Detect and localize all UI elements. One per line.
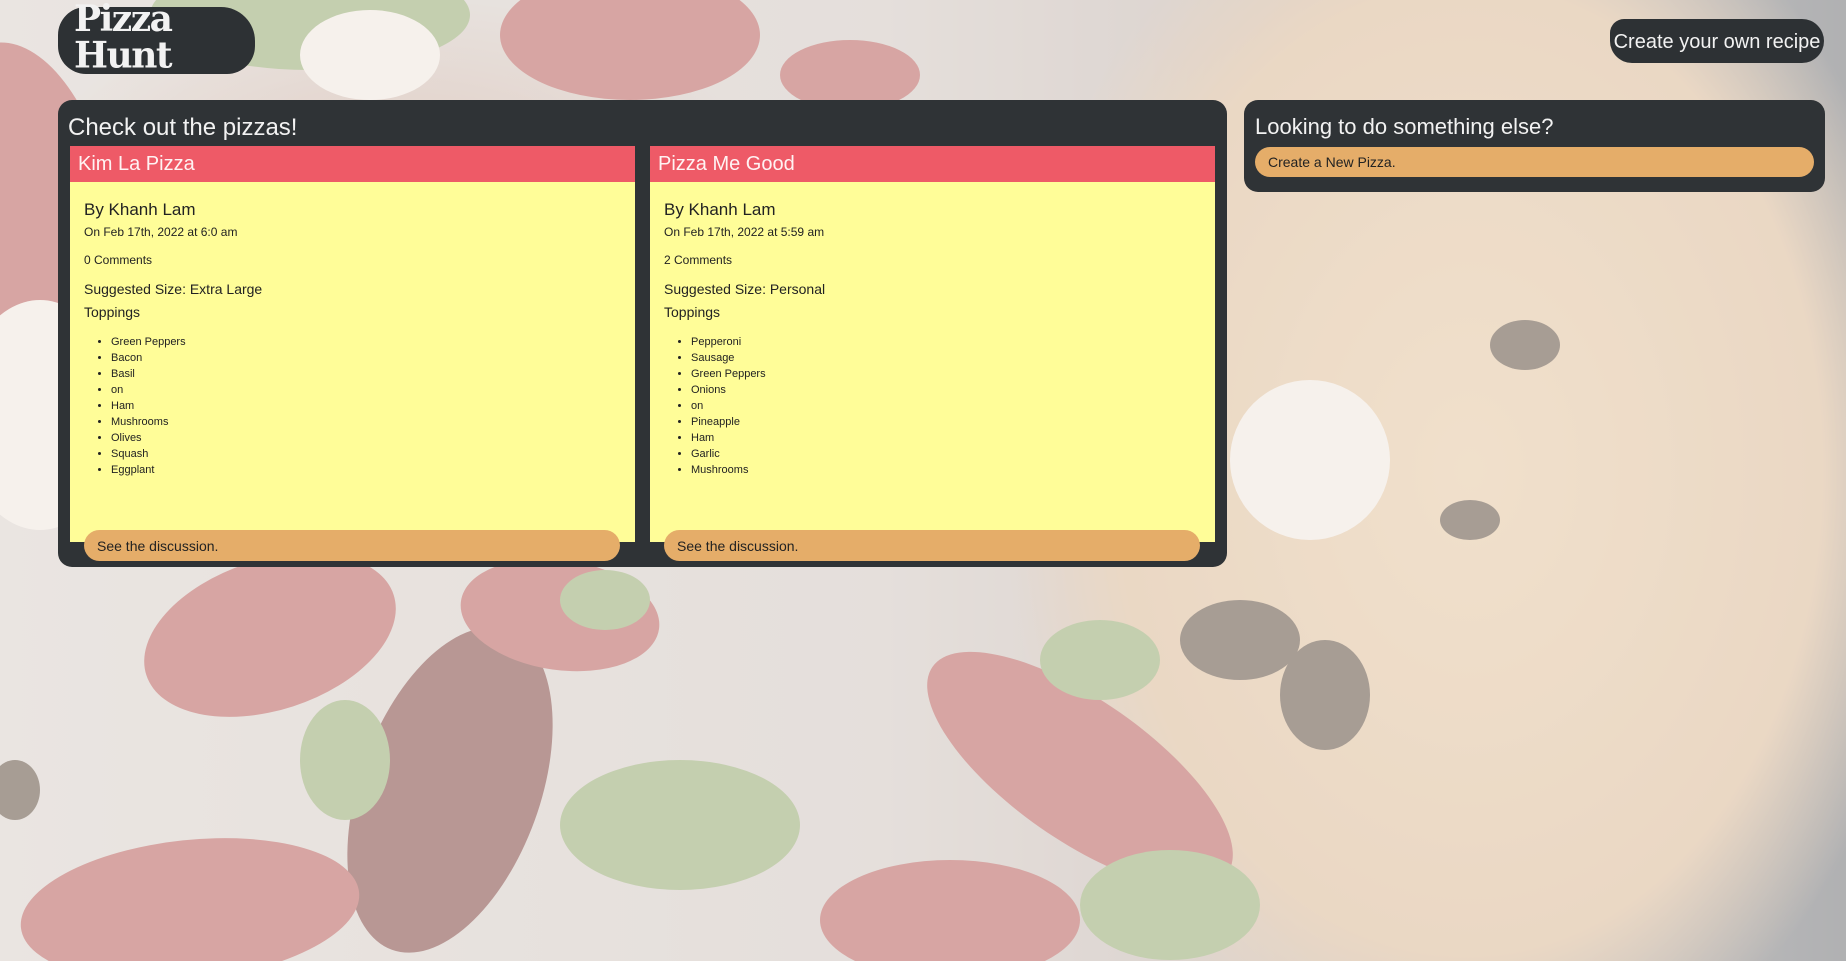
- topping-item: on: [111, 382, 186, 398]
- toppings-list: Pepperoni Sausage Green Peppers Onions o…: [664, 334, 766, 478]
- topping-item: Pineapple: [691, 414, 766, 430]
- topping-item: Ham: [691, 430, 766, 446]
- topping-item: Eggplant: [111, 462, 186, 478]
- topping-item: Onions: [691, 382, 766, 398]
- toppings-label: Toppings: [84, 304, 141, 320]
- create-recipe-button[interactable]: Create your own recipe: [1610, 19, 1824, 63]
- pizza-comment-count: 0 Comments: [84, 253, 153, 267]
- topping-item: Squash: [111, 446, 186, 462]
- topping-item: Mushrooms: [111, 414, 186, 430]
- pizza-card: Kim La Pizza By Khanh Lam On Feb 17th, 2…: [70, 146, 635, 561]
- pizza-card-title: Kim La Pizza: [70, 146, 635, 182]
- topping-item: Green Peppers: [691, 366, 766, 382]
- pizza-suggested-size: Suggested Size: Personal: [664, 281, 826, 297]
- actions-panel-title: Looking to do something else?: [1255, 114, 1554, 139]
- logo-text: Pizza Hunt: [74, 0, 173, 77]
- actions-panel: Looking to do something else? Create a N…: [1244, 100, 1825, 192]
- topping-item: Olives: [111, 430, 186, 446]
- see-discussion-button[interactable]: See the discussion.: [84, 530, 620, 561]
- topping-item: Pepperoni: [691, 334, 766, 350]
- pizza-author: By Khanh Lam: [664, 200, 776, 219]
- site-logo[interactable]: Pizza Hunt: [58, 0, 255, 74]
- topping-item: Ham: [111, 398, 186, 414]
- toppings-label: Toppings: [664, 304, 721, 320]
- toppings-list: Green Peppers Bacon Basil on Ham Mushroo…: [84, 334, 186, 478]
- topping-item: on: [691, 398, 766, 414]
- pizza-author: By Khanh Lam: [84, 200, 196, 219]
- pizza-card-title: Pizza Me Good: [650, 146, 1215, 182]
- pizza-comment-count: 2 Comments: [664, 253, 733, 267]
- topping-item: Bacon: [111, 350, 186, 366]
- pizza-card: Pizza Me Good By Khanh Lam On Feb 17th, …: [650, 146, 1215, 561]
- topping-item: Sausage: [691, 350, 766, 366]
- pizza-list-panel: Check out the pizzas! Kim La Pizza By Kh…: [58, 100, 1227, 567]
- pizza-list-title: Check out the pizzas!: [68, 114, 298, 141]
- topping-item: Green Peppers: [111, 334, 186, 350]
- topping-item: Garlic: [691, 446, 766, 462]
- create-new-pizza-button[interactable]: Create a New Pizza.: [1255, 147, 1814, 177]
- pizza-date: On Feb 17th, 2022 at 5:59 am: [664, 225, 825, 239]
- topping-item: Basil: [111, 366, 186, 382]
- pizza-suggested-size: Suggested Size: Extra Large: [84, 281, 263, 297]
- pizza-date: On Feb 17th, 2022 at 6:0 am: [84, 225, 238, 239]
- topping-item: Mushrooms: [691, 462, 766, 478]
- see-discussion-button[interactable]: See the discussion.: [664, 530, 1200, 561]
